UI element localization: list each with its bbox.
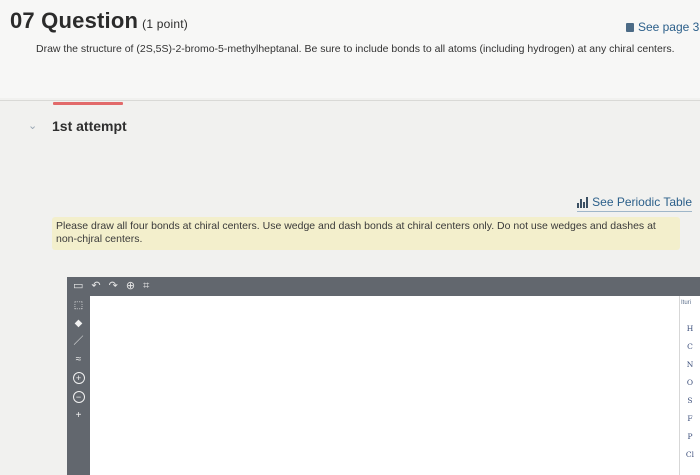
element-o[interactable]: O: [680, 374, 700, 392]
chain-tool-icon[interactable]: ≈: [72, 354, 86, 365]
periodic-table-link[interactable]: See Periodic Table: [577, 195, 692, 212]
charge-minus-tool-icon[interactable]: −: [72, 391, 85, 403]
periodic-table-label: See Periodic Table: [592, 195, 692, 209]
element-cl[interactable]: Cl: [680, 446, 700, 464]
single-bond-tool-icon[interactable]: ／: [72, 336, 86, 347]
periodic-table-icon: [577, 196, 589, 208]
element-toolbar-label: Ituri: [681, 300, 692, 306]
attempt-progress-bar: [53, 102, 123, 105]
question-header: 07 Question (1 point) See page 37 Draw th…: [0, 0, 700, 98]
template-icon[interactable]: ⌗: [143, 277, 149, 296]
attempt-label: 1st attempt: [52, 118, 127, 134]
undo-icon[interactable]: ↶: [91, 277, 100, 296]
select-tool-icon[interactable]: ⬚: [72, 300, 86, 311]
header-divider: [0, 100, 700, 101]
charge-plus-tool-icon[interactable]: +: [72, 372, 85, 384]
question-title: 07 Question (1 point): [10, 8, 188, 34]
element-c[interactable]: C: [680, 338, 700, 356]
element-f[interactable]: F: [680, 410, 700, 428]
new-document-icon[interactable]: ▭: [73, 277, 83, 296]
see-page-label: See page 37: [637, 20, 700, 34]
element-toolbar: Ituri H C N O S F P Cl: [679, 296, 700, 475]
book-icon: [625, 22, 634, 32]
instruction-note: Please draw all four bonds at chiral cen…: [52, 217, 680, 250]
chevron-down-icon: ⌄: [28, 120, 38, 132]
editor-left-toolbar: ⬚ ◆ ／ ≈ + − +: [67, 296, 90, 475]
question-prompt: Draw the structure of (2S,5S)-2-bromo-5-…: [36, 43, 675, 55]
zoom-icon[interactable]: ⊕: [126, 277, 135, 296]
question-number: 07 Question: [10, 8, 139, 33]
atom-map-tool-icon[interactable]: +: [72, 410, 86, 421]
redo-icon[interactable]: ↷: [109, 277, 118, 296]
attempt-toggle[interactable]: ⌄ 1st attempt: [28, 118, 127, 134]
element-h[interactable]: H: [680, 320, 700, 338]
see-page-link[interactable]: See page 37: [625, 20, 700, 34]
structure-editor: ▭ ↶ ↷ ⊕ ⌗ ⬚ ◆ ／ ≈ + − + Ituri H C N O S …: [67, 277, 700, 475]
element-n[interactable]: N: [680, 356, 700, 374]
editor-top-toolbar: ▭ ↶ ↷ ⊕ ⌗: [67, 277, 700, 296]
element-p[interactable]: P: [680, 428, 700, 446]
element-s[interactable]: S: [680, 392, 700, 410]
element-list: H C N O S F P Cl: [680, 320, 700, 464]
eraser-tool-icon[interactable]: ◆: [72, 318, 86, 329]
question-points: (1 point): [142, 17, 188, 31]
drawing-canvas[interactable]: [90, 296, 680, 475]
